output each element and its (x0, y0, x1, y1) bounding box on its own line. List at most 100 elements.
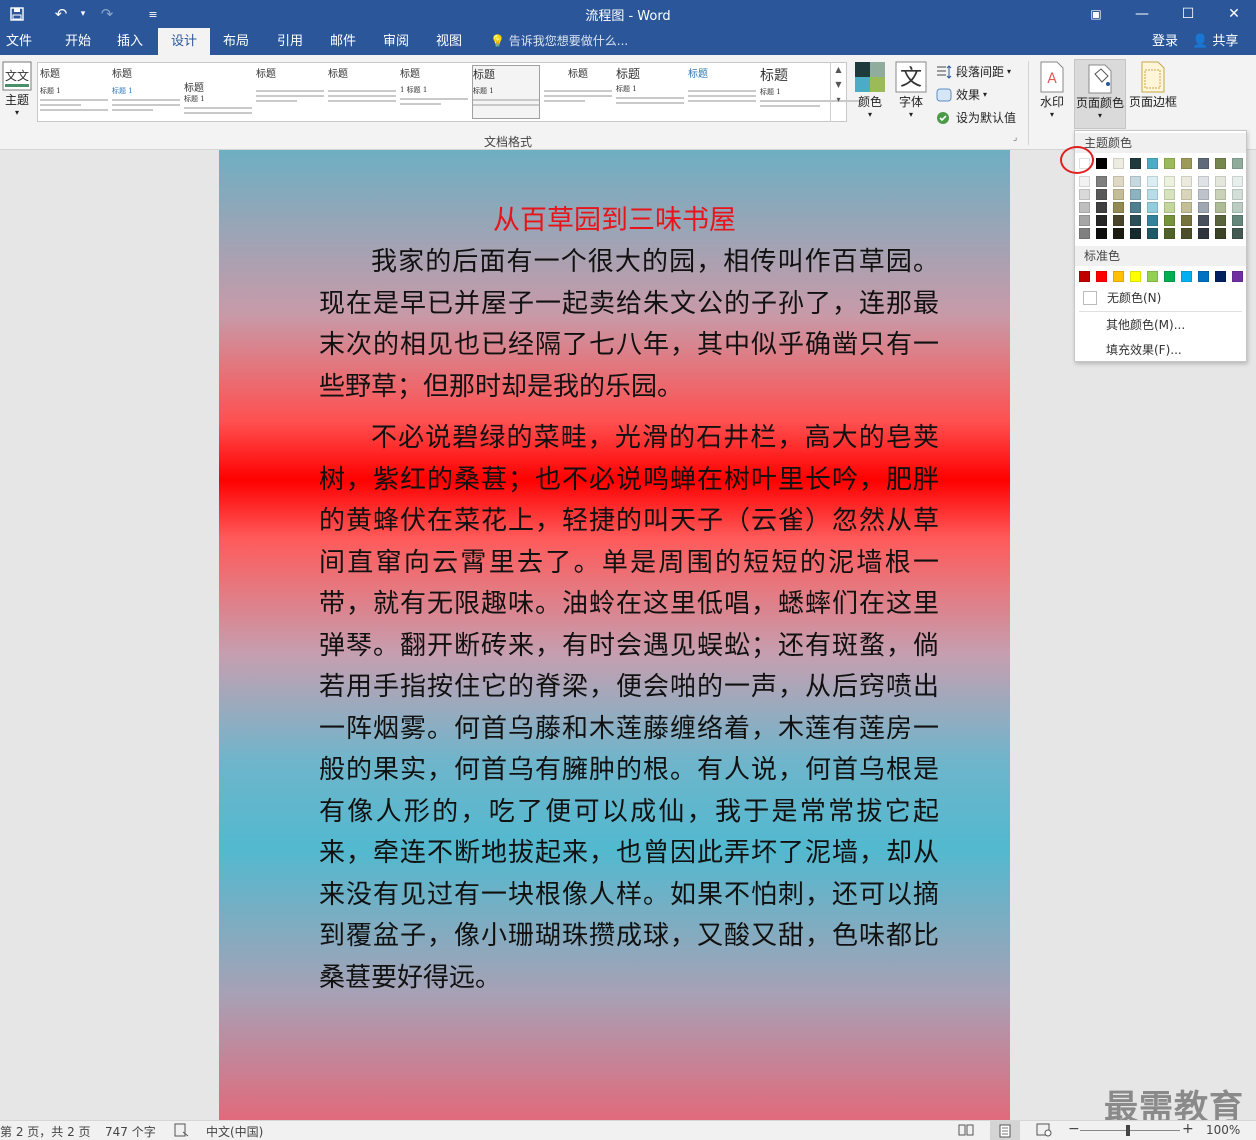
style-set-3[interactable]: 标题 标题 1 (184, 65, 252, 119)
theme-shade-swatch[interactable] (1215, 189, 1226, 200)
style-set-2[interactable]: 标题 标题 1 (112, 65, 180, 119)
theme-shade-swatch[interactable] (1147, 189, 1158, 200)
word-count[interactable]: 747 个字 (105, 1123, 156, 1140)
language-indicator[interactable]: 中文(中国) (206, 1123, 263, 1140)
zoom-slider-thumb[interactable] (1126, 1125, 1130, 1136)
theme-shade-swatch[interactable] (1130, 202, 1141, 213)
standard-color-swatch[interactable] (1147, 271, 1158, 282)
theme-shade-swatch[interactable] (1079, 189, 1090, 200)
effects-button[interactable]: 效果 ▾ (936, 86, 987, 103)
close-icon[interactable]: ✕ (1211, 0, 1256, 28)
theme-color-swatch[interactable] (1147, 158, 1158, 169)
standard-color-swatch[interactable] (1232, 271, 1243, 282)
theme-shade-swatch[interactable] (1096, 176, 1107, 187)
style-set-9[interactable]: 标题 标题 1 (616, 65, 684, 119)
gallery-scroll[interactable]: ▲ ▼ ▾ (830, 62, 846, 122)
theme-shade-swatch[interactable] (1181, 215, 1192, 226)
tab-references[interactable]: 引用 (264, 28, 316, 55)
theme-shade-swatch[interactable] (1198, 176, 1209, 187)
standard-color-swatch[interactable] (1181, 271, 1192, 282)
minimize-icon[interactable]: — (1119, 0, 1165, 28)
tab-layout[interactable]: 布局 (210, 28, 262, 55)
theme-shade-swatch[interactable] (1215, 215, 1226, 226)
style-set-1[interactable]: 标题 标题 1 (40, 65, 108, 119)
theme-shade-swatch[interactable] (1198, 228, 1209, 239)
theme-shade-swatch[interactable] (1164, 215, 1175, 226)
print-layout-icon[interactable] (990, 1121, 1020, 1140)
theme-shade-swatch[interactable] (1147, 228, 1158, 239)
theme-shade-swatch[interactable] (1130, 215, 1141, 226)
share-button[interactable]: 👤 共享 (1192, 28, 1238, 55)
tab-design[interactable]: 设计 (158, 28, 210, 55)
theme-shade-swatch[interactable] (1147, 176, 1158, 187)
theme-shade-swatch[interactable] (1232, 228, 1243, 239)
theme-shade-swatch[interactable] (1232, 202, 1243, 213)
scroll-up-icon[interactable]: ▲ (831, 65, 846, 74)
read-mode-icon[interactable] (958, 1123, 974, 1140)
theme-shade-swatch[interactable] (1079, 202, 1090, 213)
theme-color-swatch[interactable] (1215, 158, 1226, 169)
more-colors-option[interactable]: 其他颜色(M)... (1106, 316, 1185, 333)
theme-shade-swatch[interactable] (1096, 228, 1107, 239)
theme-color-swatch[interactable] (1113, 158, 1124, 169)
page-color-button[interactable]: 页面颜色 ▾ (1074, 59, 1126, 129)
theme-shade-swatch[interactable] (1164, 228, 1175, 239)
tab-insert[interactable]: 插入 (104, 28, 156, 55)
standard-color-swatch[interactable] (1215, 271, 1226, 282)
standard-color-swatch[interactable] (1130, 271, 1141, 282)
style-set-7[interactable]: 标题 标题 1 (472, 65, 540, 119)
theme-shade-swatch[interactable] (1181, 176, 1192, 187)
tell-me-box[interactable]: 💡 告诉我您想要做什么... (490, 28, 628, 55)
ribbon-display-icon[interactable]: ▣ (1073, 0, 1119, 28)
zoom-out-button[interactable]: − (1068, 1121, 1080, 1137)
theme-color-swatch[interactable] (1096, 158, 1107, 169)
theme-shade-swatch[interactable] (1147, 202, 1158, 213)
theme-shade-swatch[interactable] (1181, 202, 1192, 213)
style-set-6[interactable]: 标题 1 标题 1 (400, 65, 468, 119)
tab-view[interactable]: 视图 (423, 28, 475, 55)
style-set-10[interactable]: 标题 (688, 65, 756, 119)
no-color-option[interactable]: 无颜色(N) (1083, 289, 1161, 306)
theme-shade-swatch[interactable] (1079, 176, 1090, 187)
theme-shade-swatch[interactable] (1096, 215, 1107, 226)
standard-color-swatch[interactable] (1164, 271, 1175, 282)
theme-color-swatch[interactable] (1181, 158, 1192, 169)
web-layout-icon[interactable] (1036, 1123, 1052, 1140)
colors-button[interactable]: 颜色 ▾ (852, 61, 888, 119)
zoom-in-button[interactable]: + (1182, 1121, 1194, 1137)
theme-shade-swatch[interactable] (1198, 202, 1209, 213)
theme-color-swatch[interactable] (1232, 158, 1243, 169)
theme-shade-swatch[interactable] (1215, 228, 1226, 239)
fill-effects-option[interactable]: 填充效果(F)... (1106, 341, 1182, 358)
theme-shade-swatch[interactable] (1096, 189, 1107, 200)
page-border-button[interactable]: 页面边框 (1127, 61, 1179, 110)
theme-shade-swatch[interactable] (1181, 228, 1192, 239)
style-set-5[interactable]: 标题 (328, 65, 396, 119)
tab-home[interactable]: 开始 (52, 28, 104, 55)
standard-color-swatch[interactable] (1113, 271, 1124, 282)
proofing-icon[interactable] (174, 1123, 190, 1140)
theme-shade-swatch[interactable] (1232, 189, 1243, 200)
theme-shade-swatch[interactable] (1113, 176, 1124, 187)
theme-shade-swatch[interactable] (1164, 189, 1175, 200)
theme-shade-swatch[interactable] (1113, 215, 1124, 226)
theme-shade-swatch[interactable] (1164, 202, 1175, 213)
gallery-more-icon[interactable]: ▾ (831, 95, 846, 104)
theme-shade-swatch[interactable] (1215, 202, 1226, 213)
zoom-level[interactable]: 100% (1206, 1123, 1240, 1137)
paragraph-spacing-button[interactable]: 段落间距 ▾ (936, 63, 1011, 80)
theme-shade-swatch[interactable] (1096, 202, 1107, 213)
theme-shade-swatch[interactable] (1130, 176, 1141, 187)
watermark-button[interactable]: A 水印 ▾ (1034, 61, 1070, 119)
theme-shade-swatch[interactable] (1079, 228, 1090, 239)
theme-shade-swatch[interactable] (1113, 189, 1124, 200)
maximize-icon[interactable]: ☐ (1165, 0, 1211, 28)
tab-mailings[interactable]: 邮件 (317, 28, 369, 55)
theme-shade-swatch[interactable] (1113, 202, 1124, 213)
tab-file[interactable]: 文件 (0, 28, 38, 55)
theme-shade-swatch[interactable] (1198, 215, 1209, 226)
standard-color-swatch[interactable] (1198, 271, 1209, 282)
theme-color-swatch[interactable] (1164, 158, 1175, 169)
style-set-4[interactable]: 标题 (256, 65, 324, 119)
dialog-launcher-icon[interactable]: ⌟ (1013, 133, 1017, 143)
